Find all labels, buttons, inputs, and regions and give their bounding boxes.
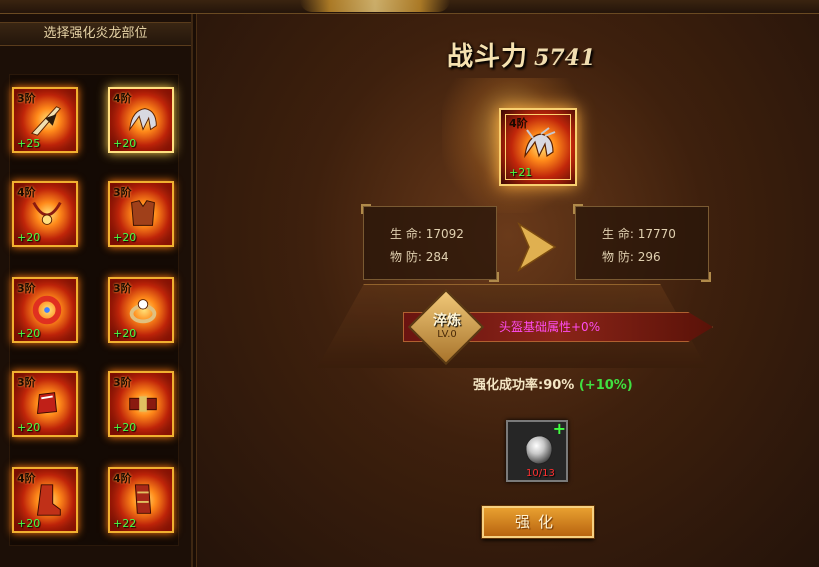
slot-level: +25: [17, 137, 41, 150]
title-ornament: [300, 0, 450, 12]
equip-slot[interactable]: 3阶 +25: [12, 87, 78, 153]
success-rate-bonus: (+10%): [578, 378, 633, 393]
hp-label: 生 命:: [390, 227, 422, 241]
def-current-value: 284: [425, 250, 449, 264]
enhance-button[interactable]: 强化: [482, 506, 594, 538]
success-rate-label: 强化成功率:90%: [473, 378, 575, 393]
slot-level: +20: [17, 421, 41, 434]
equip-slot[interactable]: 3阶 +20: [12, 277, 78, 343]
hp-current-row: 生 命: 17092: [390, 225, 464, 242]
belt-icon: [129, 396, 157, 412]
slot-level: +20: [17, 327, 41, 340]
slot-panel-title: 选择强化炎龙部位: [0, 22, 191, 46]
equip-slot[interactable]: 3阶 +20: [12, 371, 78, 437]
enhance-panel: 战斗力 5741 4阶 +21 生 命: 17092 物 防: 284 生 命:…: [196, 14, 819, 567]
equip-slot[interactable]: 4阶 +20: [12, 181, 78, 247]
equip-slot[interactable]: 4阶 +20: [108, 87, 174, 153]
refine-bonus-text: 头盔基础属性+0%: [499, 320, 601, 334]
sword-icon: [30, 106, 62, 136]
combat-power-label: 战斗力: [447, 42, 529, 72]
def-label: 物 防:: [390, 250, 422, 264]
hp-label: 生 命:: [602, 227, 634, 241]
equip-slot[interactable]: 3阶 +20: [108, 371, 174, 437]
armor-icon: [131, 200, 155, 226]
boots-icon: [36, 484, 61, 516]
hp-next-row: 生 命: 17770: [602, 225, 676, 242]
slot-level: +22: [113, 517, 137, 530]
def-next-value: 296: [637, 250, 661, 264]
combat-power: 战斗力 5741: [447, 36, 596, 72]
slot-level: +20: [113, 231, 137, 244]
selected-item-slot[interactable]: 4阶 +21: [499, 108, 577, 186]
slot-level: +20: [113, 327, 137, 340]
slot-level: +20: [17, 231, 41, 244]
hp-next-value: 17770: [637, 227, 676, 241]
equip-slot[interactable]: 3阶 +20: [108, 277, 174, 343]
def-next-row: 物 防: 296: [602, 248, 661, 265]
material-count: 10/13: [526, 468, 555, 479]
selected-item-level: +21: [509, 166, 533, 179]
slot-level: +20: [113, 137, 137, 150]
top-frame: [0, 0, 819, 14]
def-label: 物 防:: [602, 250, 634, 264]
slot-level: +20: [17, 517, 41, 530]
stats-current: 生 命: 17092 物 防: 284: [361, 204, 499, 282]
ring-icon: [129, 299, 157, 324]
refine-badge-label: 淬炼: [433, 313, 461, 329]
equip-slot[interactable]: 3阶 +20: [108, 181, 174, 247]
combat-power-value: 5741: [534, 45, 596, 71]
helmet-icon: [524, 127, 556, 159]
slot-grid: 3阶 +25 4阶 +20 4阶 +20 3阶 +20 3阶 +20 3阶 +20 3阶 +20 3阶 +20…: [9, 74, 179, 546]
arrow-right-icon: [517, 222, 557, 272]
refine-bar: 头盔基础属性+0% 淬炼 LV.0: [363, 288, 713, 366]
success-rate: 强化成功率:90% (+10%): [473, 374, 633, 393]
equip-slot[interactable]: 4阶 +22: [108, 467, 174, 533]
refine-level: LV.0: [437, 329, 457, 340]
material-slot[interactable]: + 10/13: [506, 419, 568, 482]
slot-level: +20: [113, 421, 137, 434]
stone-icon: [525, 435, 553, 465]
equip-slot[interactable]: 4阶 +20: [12, 467, 78, 533]
stats-next: 生 命: 17770 物 防: 296: [573, 204, 711, 282]
helmet-icon: [129, 108, 157, 132]
gauntlet-icon: [36, 392, 58, 415]
slot-panel: 选择强化炎龙部位 3阶 +25 4阶 +20 4阶 +20 3阶 +20 3阶 +20 3阶 +20 3…: [0, 14, 193, 567]
greaves-icon: [134, 484, 152, 514]
add-material-icon[interactable]: +: [553, 419, 566, 438]
bracelet-icon: [32, 295, 62, 325]
hp-current-value: 17092: [425, 227, 464, 241]
def-current-row: 物 防: 284: [390, 248, 449, 265]
necklace-icon: [32, 201, 62, 225]
